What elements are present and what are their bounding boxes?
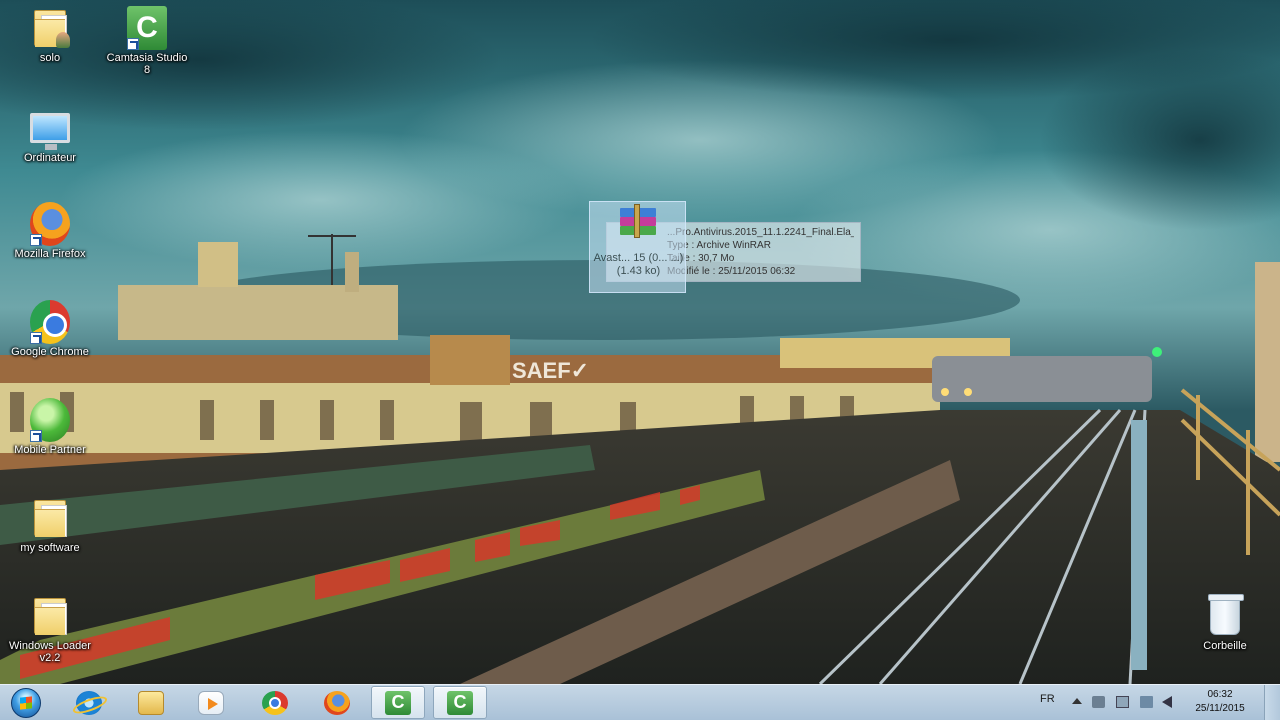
folder-icon	[30, 594, 70, 638]
firefox-icon	[324, 690, 350, 715]
tooltip-type: Type : Archive WinRAR	[667, 240, 771, 251]
desktop-icon-camtasia-studio[interactable]: C Camtasia Studio 8	[99, 6, 195, 76]
desktop-icon-label: Google Chrome	[11, 346, 89, 358]
camtasia-icon: C	[385, 690, 411, 715]
desktop-icon-label: Mozilla Firefox	[14, 248, 86, 260]
desktop-icon-my-software[interactable]: my software	[2, 496, 98, 554]
media-player-icon	[198, 690, 224, 715]
clock-date: 25/11/2015	[1195, 703, 1245, 714]
device-icon[interactable]	[1116, 696, 1129, 708]
taskbar: C C FR 06:32 25/11/2015	[0, 684, 1280, 720]
taskbar-camtasia-studio[interactable]: C	[433, 686, 487, 719]
taskbar-internet-explorer[interactable]	[62, 686, 116, 719]
desktop-icon-firefox[interactable]: Mozilla Firefox	[2, 202, 98, 260]
camtasia-icon: C	[447, 690, 473, 715]
desktop-icon-windows-loader[interactable]: Windows Loader v2.2	[2, 594, 98, 664]
mobile-partner-icon	[30, 398, 70, 442]
desktop-wallpaper: SAEF✓	[0, 0, 1280, 684]
taskbar-google-chrome[interactable]	[248, 686, 302, 719]
language-indicator[interactable]: FR	[1040, 693, 1055, 705]
shortcut-arrow-icon	[30, 332, 42, 344]
chrome-icon	[30, 300, 70, 344]
action-center-flag-icon[interactable]	[1092, 696, 1105, 708]
wallpaper-image: SAEF✓	[0, 0, 1280, 684]
desktop-icon-label: my software	[20, 542, 80, 554]
tooltip-modified: Modifié le : 25/11/2015 06:32	[667, 266, 796, 277]
ie-icon	[76, 690, 102, 715]
volume-icon[interactable]	[1162, 696, 1172, 708]
firefox-icon	[30, 202, 70, 246]
desktop-icon-solo[interactable]: solo	[2, 6, 98, 64]
folder-icon	[138, 690, 164, 715]
show-desktop-button[interactable]	[1264, 685, 1280, 720]
network-icon[interactable]	[1140, 696, 1153, 708]
system-clock[interactable]: 06:32 25/11/2015	[1190, 688, 1250, 716]
shortcut-arrow-icon	[30, 430, 42, 442]
desktop-icon-label: solo	[39, 52, 61, 64]
desktop-icon-corbeille[interactable]: Corbeille	[1177, 594, 1273, 652]
taskbar-media-player[interactable]	[184, 686, 238, 719]
recycle-bin-icon	[1205, 594, 1245, 638]
winrar-archive-icon	[616, 204, 658, 240]
start-orb-icon	[11, 688, 41, 718]
desktop-icon-chrome[interactable]: Google Chrome	[2, 300, 98, 358]
desktop-icon-ordinateur[interactable]: Ordinateur	[2, 106, 98, 164]
tooltip-filename: ...Pro.Antivirus.2015_11.1.2241_Final.El…	[667, 227, 854, 238]
desktop-icon-label: Mobile Partner	[14, 444, 86, 456]
dragged-file[interactable]: Avast... 15 (0... ...) (1.43 ko)	[589, 201, 686, 293]
computer-icon	[30, 106, 70, 150]
folder-icon	[30, 496, 70, 540]
desktop-icon-label: Corbeille	[1203, 640, 1247, 652]
clock-time: 06:32	[1207, 689, 1233, 700]
folder-user-icon	[30, 6, 70, 50]
dragged-file-name: Avast... 15 (0... ...) (1.43 ko)	[593, 252, 684, 277]
shortcut-arrow-icon	[127, 38, 139, 50]
tooltip-size: Taille : 30,7 Mo	[667, 253, 735, 264]
desktop-icon-mobile-partner[interactable]: Mobile Partner	[2, 398, 98, 456]
shortcut-arrow-icon	[30, 234, 42, 246]
desktop-icon-label: Camtasia Studio 8	[106, 52, 188, 76]
taskbar-mozilla-firefox[interactable]	[310, 686, 364, 719]
show-hidden-icons-icon[interactable]	[1072, 698, 1082, 704]
taskbar-windows-explorer[interactable]	[124, 686, 178, 719]
svg-text:SAEF✓: SAEF✓	[512, 358, 589, 383]
chrome-icon	[262, 690, 288, 715]
camtasia-icon: C	[127, 6, 167, 50]
taskbar-camtasia-recorder[interactable]: C	[371, 686, 425, 719]
desktop-icon-label: Windows Loader v2.2	[9, 640, 91, 664]
start-button[interactable]	[8, 687, 44, 719]
desktop-icon-label: Ordinateur	[24, 152, 76, 164]
